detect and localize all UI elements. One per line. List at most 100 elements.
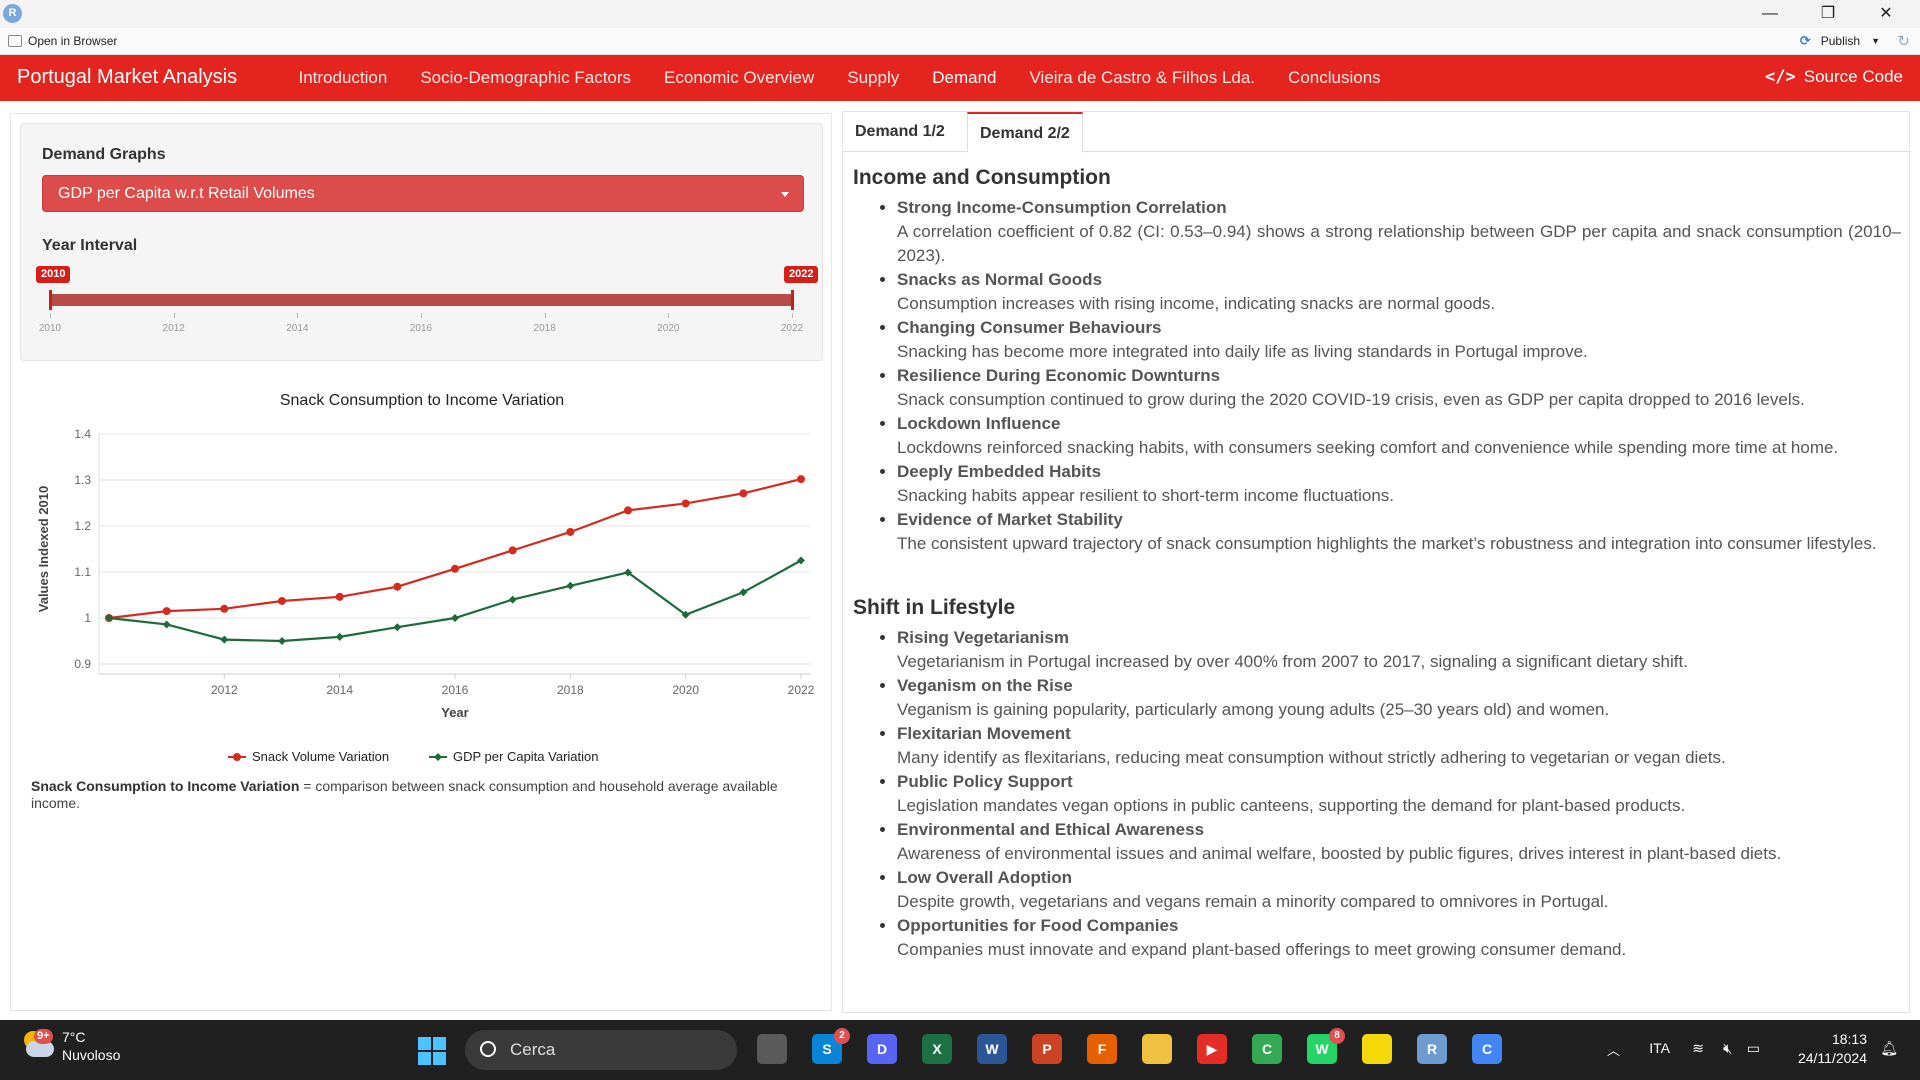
windows-start-button[interactable] [418, 1037, 446, 1065]
snack-volume-point [797, 475, 805, 484]
search-icon [480, 1041, 496, 1057]
list-item-text: Snack consumption continued to grow duri… [897, 390, 1805, 409]
word-icon[interactable]: W [977, 1034, 1007, 1064]
nav-demand[interactable]: Demand [916, 55, 1013, 101]
publish-icon: ⟳ [1799, 33, 1811, 48]
excel-icon[interactable]: X [922, 1034, 952, 1064]
gdp-per-capita-point [566, 581, 575, 590]
nav-vieira-de-castro[interactable]: Vieira de Castro & Filhos Lda. [1013, 55, 1272, 101]
section-title: Shift in Lifestyle [853, 596, 1016, 619]
series-line-0 [108, 478, 802, 620]
gdp-per-capita-point [220, 635, 229, 644]
nav-supply[interactable]: Supply [831, 55, 916, 101]
system-clock[interactable]: 18:13 24/11/2024 [1798, 1030, 1867, 1068]
youtube-icon[interactable]: ▶ [1197, 1034, 1227, 1064]
task-view-icon[interactable] [757, 1034, 787, 1064]
rstudio-app-icon: R [3, 4, 22, 23]
youtube-glyph: ▶ [1206, 1041, 1218, 1057]
close-button[interactable]: ✕ [1858, 0, 1914, 28]
gdp-per-capita-point [162, 620, 171, 629]
list-item-heading: Snacks as Normal Goods [897, 270, 1103, 289]
y-tick-label: 0.9 [74, 657, 91, 671]
rstudio-icon[interactable]: R [1417, 1034, 1447, 1064]
weather-condition: Nuvoloso [62, 1047, 121, 1063]
legend-label: GDP per Capita Variation [453, 749, 598, 764]
nav-conclusions[interactable]: Conclusions [1272, 55, 1398, 101]
y-axis-title: Values Indexed 2010 [36, 486, 51, 612]
snack-volume-point [508, 546, 517, 555]
list-item: Low Overall Adoption Despite growth, vege… [897, 866, 1901, 914]
weather-widget[interactable]: 9+ 7°C Nuvoloso [20, 1028, 120, 1064]
snack-volume-point [739, 489, 748, 498]
y-tick-label: 1.2 [74, 519, 91, 533]
x-tick-label: 2016 [442, 683, 469, 697]
list-item: Snacks as Normal Goods Consumption increa… [897, 268, 1901, 316]
chrome-profile-icon[interactable]: C [1472, 1034, 1502, 1064]
refresh-icon[interactable]: ↻ [1897, 32, 1910, 50]
whatsapp-icon[interactable]: W8 [1307, 1028, 1345, 1064]
text-panel: Demand 1/2 Demand 2/2 Income and Consump… [842, 111, 1911, 1013]
open-in-browser-button[interactable]: Open in Browser [8, 34, 117, 48]
clock-time: 18:13 [1831, 1031, 1867, 1047]
tab-demand-1[interactable]: Demand 1/2 [843, 112, 957, 153]
battery-icon[interactable]: ▭ [1747, 1040, 1760, 1057]
tab-content: Income and Consumption Strong Income-Cons… [853, 166, 1901, 1002]
word-glyph: W [985, 1041, 999, 1057]
taskbar-search[interactable]: Cerca [465, 1030, 737, 1070]
snack-volume-point [278, 596, 286, 605]
snack-volume-point [681, 499, 690, 508]
y-tick-label: 1.3 [74, 473, 91, 487]
gdp-per-capita-point [797, 556, 805, 565]
gdp-per-capita-point [739, 588, 748, 597]
list-item-text: Legislation mandates vegan options in pu… [897, 796, 1686, 815]
chrome-profile-glyph: C [1481, 1041, 1493, 1057]
discord-icon[interactable]: D [867, 1034, 897, 1064]
legend-marker [434, 753, 442, 761]
skype-glyph: S [822, 1041, 832, 1057]
source-code-label: Source Code [1803, 67, 1903, 86]
speaker-muted-icon[interactable]: 🔇︎ [1723, 1040, 1732, 1057]
navbar: Portugal Market Analysis Introduction So… [0, 55, 1920, 101]
x-axis-title: Year [441, 705, 468, 720]
snack-volume-point [451, 564, 459, 573]
nav-socio-demographic[interactable]: Socio-Demographic Factors [404, 55, 648, 101]
chrome-icon[interactable]: C [1252, 1034, 1282, 1064]
nav-introduction[interactable]: Introduction [282, 55, 404, 101]
input-language[interactable]: ITA [1649, 1040, 1670, 1056]
source-code-link[interactable]: </> Source Code [1765, 67, 1903, 87]
nav-economic-overview[interactable]: Economic Overview [648, 55, 831, 101]
list-item: Lockdown Influence Lockdowns reinforced s… [897, 412, 1901, 460]
publish-button[interactable]: ⟳ Publish ▼ [1800, 34, 1880, 48]
excel-glyph: X [932, 1041, 942, 1057]
list-item: Deeply Embedded Habits Snacking habits ap… [897, 460, 1901, 508]
chevron-down-icon[interactable]: ▼ [1871, 36, 1880, 46]
navbar-brand[interactable]: Portugal Market Analysis [17, 66, 237, 89]
taskbar: 9+ 7°C Nuvoloso Cerca S 2 D X W P F ▶ C W 8 R C ︿ IT… [0, 1020, 1920, 1080]
bullet-list: Rising Vegetarianism Vegetarianism in Por… [853, 626, 1901, 962]
firefox-icon[interactable]: F [1087, 1034, 1117, 1064]
skype-icon[interactable]: S2 [812, 1028, 850, 1064]
powerpoint-icon[interactable]: P [1032, 1034, 1062, 1064]
chevron-up-icon[interactable]: ︿ [1607, 1040, 1620, 1059]
gdp-per-capita-point [335, 632, 344, 641]
list-item-heading: Evidence of Market Stability [897, 510, 1123, 529]
restore-button[interactable]: ❐ [1800, 0, 1856, 28]
cloudy-weather-icon: 9+ [20, 1029, 54, 1061]
search-placeholder: Cerca [510, 1040, 556, 1059]
file-explorer-icon[interactable] [1142, 1034, 1172, 1064]
snack-volume-point [566, 527, 575, 536]
list-item-heading: Public Policy Support [897, 772, 1073, 791]
minimize-button[interactable]: — [1742, 0, 1798, 28]
tab-demand-2[interactable]: Demand 2/2 [967, 112, 1083, 153]
list-item-text: Companies must innovate and expand plant… [897, 940, 1627, 959]
whatsapp-badge: 8 [1329, 1028, 1345, 1044]
sticky-notes-icon[interactable] [1362, 1034, 1392, 1064]
wifi-icon[interactable]: ≋ [1692, 1040, 1704, 1057]
notification-icon[interactable]: 🔔︎ [1880, 1040, 1898, 1057]
rstudio-glyph: R [1426, 1041, 1438, 1057]
gdp-per-capita-point [278, 637, 286, 645]
x-tick-label: 2022 [788, 683, 815, 697]
open-in-browser-label: Open in Browser [28, 34, 118, 48]
list-item: Evidence of Market Stability The consiste… [897, 508, 1901, 556]
tab-bar: Demand 1/2 Demand 2/2 [843, 112, 1911, 153]
